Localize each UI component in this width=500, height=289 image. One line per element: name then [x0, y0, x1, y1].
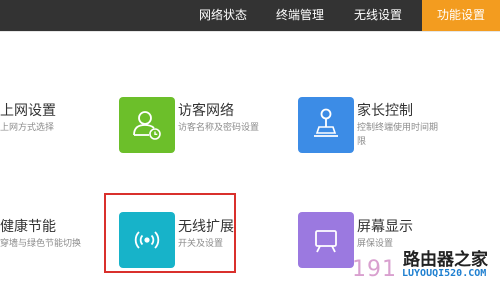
feature-guest-network-title[interactable]: 访客网络 [178, 100, 234, 120]
display-screen-icon [315, 230, 337, 253]
guest-network-tile[interactable] [119, 97, 175, 153]
feature-health-energy-title[interactable]: 健康节能 [0, 216, 56, 236]
feature-internet-settings-title[interactable]: 上网设置 [0, 100, 56, 120]
watermark-url: LUYOUQI520.COM [402, 268, 487, 279]
feature-health-energy-desc: 穿墙与绿色节能切换 [0, 239, 82, 249]
nav-divider [0, 31, 500, 32]
screen-display-tile[interactable] [298, 212, 354, 268]
tab-network-status[interactable]: 网络状态 [186, 0, 260, 31]
feature-guest-network-desc: 访客名称及密码设置 [178, 123, 260, 133]
guest-user-icon [133, 111, 161, 140]
feature-parental-control-title[interactable]: 家长控制 [357, 100, 413, 120]
joystick-icon [314, 108, 338, 137]
tab-terminal-management[interactable]: 终端管理 [261, 0, 339, 31]
tab-wireless-settings[interactable]: 无线设置 [340, 0, 416, 31]
feature-screen-display-title[interactable]: 屏幕显示 [357, 216, 413, 236]
watermark-site-name: 路由器之家 [403, 250, 488, 270]
feature-internet-settings-desc: 上网方式选择 [0, 123, 55, 133]
tab-function-settings[interactable]: 功能设置 [422, 0, 500, 31]
parental-control-tile[interactable] [298, 97, 354, 153]
watermark-number: 191 [352, 257, 397, 282]
feature-parental-control-desc: 控制终端使用时间期限 [357, 123, 439, 147]
highlight-box [104, 193, 236, 273]
top-nav: 网络状态 终端管理 无线设置 功能设置 [0, 0, 500, 31]
